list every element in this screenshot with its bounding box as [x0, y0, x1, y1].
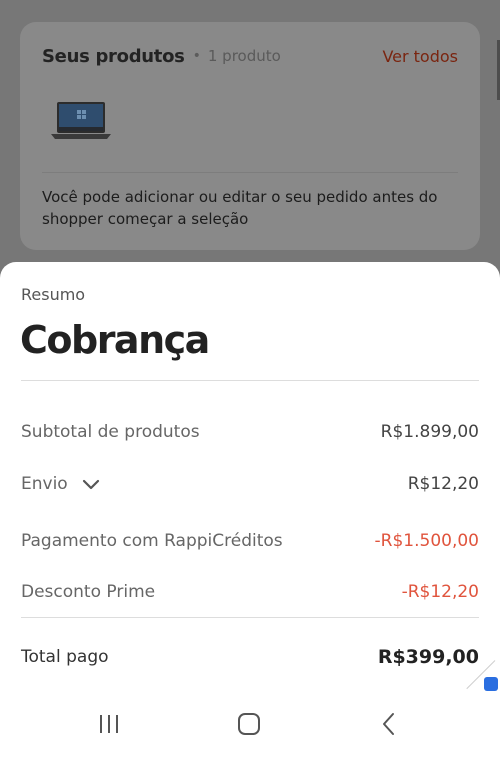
- separator-dot: •: [192, 48, 201, 64]
- row-amount: -R$1.500,00: [374, 531, 479, 551]
- row-label: Desconto Prime: [21, 582, 156, 602]
- total-amount: R$399,00: [377, 646, 479, 668]
- laptop-icon[interactable]: [50, 100, 112, 142]
- system-navbar: [0, 697, 500, 757]
- back-icon[interactable]: [378, 711, 400, 737]
- row-prime-discount: Desconto Prime -R$12,20: [21, 579, 479, 605]
- chevron-down-icon[interactable]: [82, 478, 100, 490]
- total-divider: [21, 617, 479, 618]
- products-header: Seus produtos • 1 produto Ver todos: [42, 42, 458, 70]
- row-total: Total pago R$399,00: [21, 644, 479, 670]
- products-note: Você pode adicionar ou editar o seu pedi…: [42, 188, 438, 228]
- products-title: Seus produtos: [42, 45, 185, 67]
- row-label-wrap: Envio: [21, 474, 100, 494]
- home-icon[interactable]: [236, 711, 262, 737]
- row-amount: -R$12,20: [401, 582, 479, 602]
- sheet-subtitle: Resumo: [21, 285, 86, 304]
- sheet-title: Cobrança: [20, 318, 210, 362]
- divider: [42, 172, 458, 173]
- row-amount: R$1.899,00: [380, 422, 479, 442]
- row-rappi-credits: Pagamento com RappiCréditos -R$1.500,00: [21, 528, 479, 554]
- products-count: 1 produto: [207, 47, 281, 65]
- floating-badge-icon[interactable]: [484, 677, 498, 691]
- row-shipping[interactable]: Envio R$12,20: [21, 471, 479, 497]
- see-all-link[interactable]: Ver todos: [382, 47, 458, 66]
- row-amount: R$12,20: [407, 474, 479, 494]
- row-label: Pagamento com RappiCréditos: [21, 531, 283, 551]
- total-label: Total pago: [21, 647, 109, 667]
- row-label: Subtotal de produtos: [21, 422, 200, 442]
- recent-apps-icon[interactable]: [97, 711, 121, 737]
- products-card: Seus produtos • 1 produto Ver todos Você…: [20, 22, 480, 250]
- row-subtotal: Subtotal de produtos R$1.899,00: [21, 419, 479, 445]
- row-label: Envio: [21, 474, 68, 494]
- summary-sheet: Resumo Cobrança Subtotal de produtos R$1…: [0, 262, 500, 697]
- title-divider: [21, 380, 479, 381]
